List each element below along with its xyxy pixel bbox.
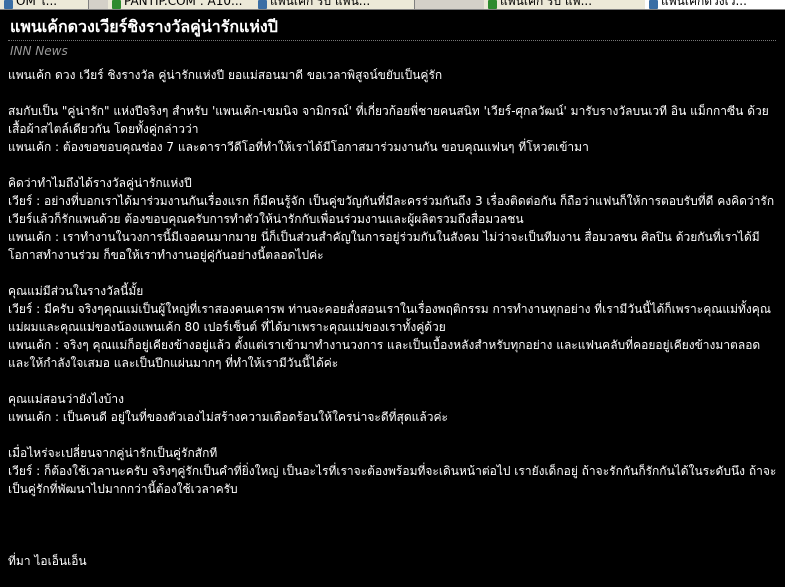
- tab-label: OM ไ...: [16, 0, 58, 8]
- article-paragraph: คุณแม่มีส่วนในรางวัลนี้มั้ยเวียร์ : มีคร…: [8, 282, 780, 372]
- browser-tab-bar: OM ไ... PANTIP.COM : A10... แพนเค้ก รบ แพน…: [0, 0, 785, 10]
- article-paragraph: สมกับเป็น "คู่น่ารัก" แห่งปีจริงๆ สำหรับ…: [8, 102, 780, 156]
- article-paragraph: คุณแม่สอนว่ายังไงบ้างแพนเค้ก : เป็นคนดี …: [8, 390, 780, 426]
- tab-label: แพนเค้ก รบ แพน...: [270, 0, 371, 8]
- browser-tab-4[interactable]: แพนเค้ก รบ แพ...: [484, 0, 646, 9]
- article-text-line: เวียร์ : มีครับ จริงๆคุณแม่เป็นผู้ใหญ่ที…: [8, 302, 771, 334]
- browser-tab-2[interactable]: PANTIP.COM : A10...: [108, 0, 255, 9]
- browser-tab-5[interactable]: แพนเค้กดวงเว...: [645, 0, 785, 9]
- article-headline: แพนเค้กดวงเวียร์ชิงรางวัลคู่น่ารักแห่งปี: [10, 17, 278, 36]
- tab-label: แพนเค้กดวงเว...: [661, 0, 747, 8]
- article-text-line: คิดว่าทำไมถึงได้รางวัลคู่น่ารักแห่งปี: [8, 176, 192, 190]
- article-text-line: แพนเค้ก : จริงๆ คุณแม่ก็อยู่เคียงข้างอยู…: [8, 338, 761, 370]
- article-paragraph: เมื่อไหร่จะเปลี่ยนจากคู่น่ารักเป็นคู่รัก…: [8, 444, 780, 498]
- tab-favicon-icon: [488, 0, 497, 9]
- article-text-line: เมื่อไหร่จะเปลี่ยนจากคู่น่ารักเป็นคู่รัก…: [8, 446, 218, 460]
- article-text-line: แพนเค้ก : ต้องขอขอบคุณช่อง 7 และดาราวีดี…: [8, 140, 589, 154]
- tab-favicon-icon: [258, 0, 267, 9]
- tab-label: PANTIP.COM : A10...: [124, 0, 243, 8]
- article-text-line: แพนเค้ก : เราทำงานในวงการนี้มีเจอคนมากมา…: [8, 230, 760, 262]
- tab-label: แพนเค้ก รบ แพ...: [500, 0, 593, 8]
- article-footer: ที่มา ไอเอ็นเอ็น: [8, 554, 87, 568]
- browser-tab-3[interactable]: แพนเค้ก รบ แพน...: [254, 0, 415, 9]
- article-body: แพนเค้ก ดวง เวียร์ ชิงรางวัล คู่น่ารักแห…: [8, 66, 780, 516]
- tab-favicon-icon: [112, 0, 121, 9]
- browser-tab-1[interactable]: OM ไ...: [0, 0, 89, 9]
- article-source: INN News: [10, 44, 68, 58]
- article-text-line: แพนเค้ก : เป็นคนดี อยู่ในที่ของตัวเองไม่…: [8, 410, 448, 424]
- article-text-line: เวียร์ : ก็ต้องใช้เวลานะครับ จริงๆคู่รัก…: [8, 464, 777, 496]
- tab-favicon-icon: [649, 0, 658, 9]
- article-text-line: แพนเค้ก ดวง เวียร์ ชิงรางวัล คู่น่ารักแห…: [8, 68, 443, 82]
- article-paragraph: คิดว่าทำไมถึงได้รางวัลคู่น่ารักแห่งปีเวี…: [8, 174, 780, 264]
- article-text-line: คุณแม่สอนว่ายังไงบ้าง: [8, 392, 125, 406]
- article-text-line: คุณแม่มีส่วนในรางวัลนี้มั้ย: [8, 284, 144, 298]
- article-paragraph: แพนเค้ก ดวง เวียร์ ชิงรางวัล คู่น่ารักแห…: [8, 66, 780, 84]
- headline-divider: [8, 40, 776, 41]
- article-text-line: สมกับเป็น "คู่น่ารัก" แห่งปีจริงๆ สำหรับ…: [8, 104, 769, 136]
- tab-favicon-icon: [4, 0, 13, 9]
- article-text-line: เวียร์ : อย่างที่บอกเราได้มาร่วมงานกันเร…: [8, 194, 775, 226]
